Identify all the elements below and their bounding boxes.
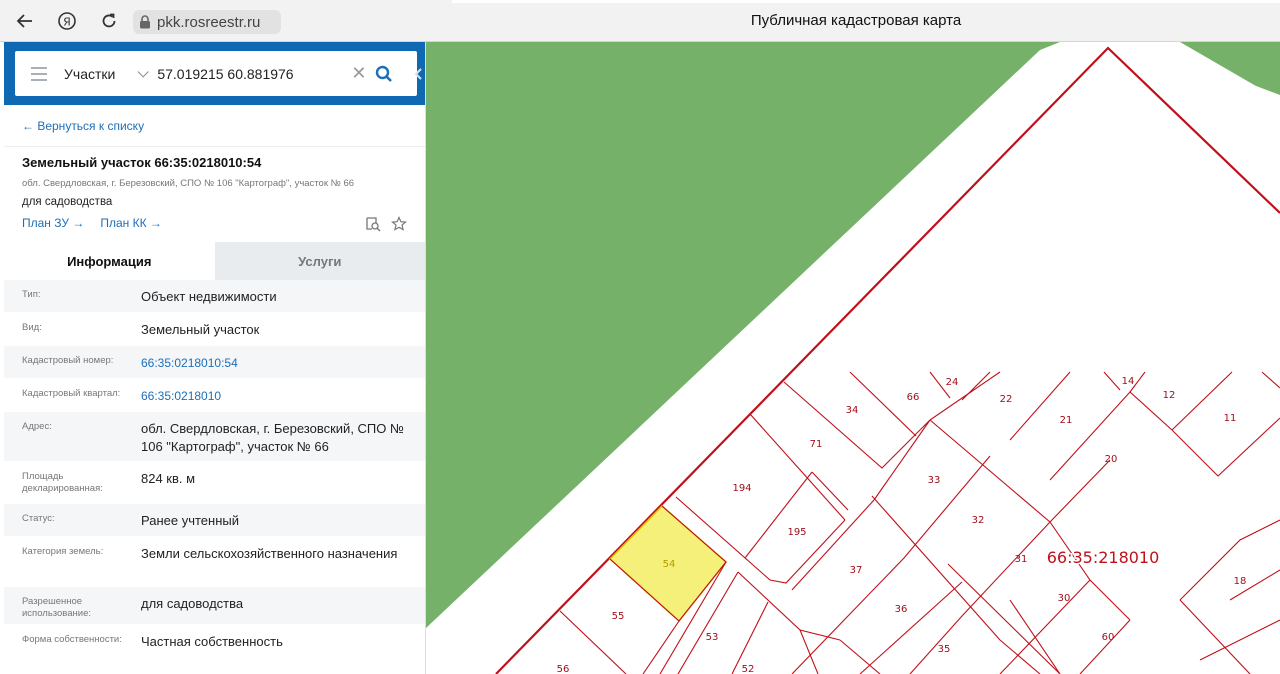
info-table: Тип: Объект недвижимости Вид: Земельный … [4,280,425,658]
collapse-panel-icon[interactable] [411,42,425,105]
browser-toolbar: Я pkk.rosreestr.ru Публичная кадастровая… [0,0,1280,42]
info-row-address: Адрес: обл. Свердловская, г. Березовский… [4,412,425,462]
clear-icon[interactable]: ✕ [351,63,366,84]
row-value: 824 кв. м [141,471,196,486]
parcel-label-66: 66 [907,392,920,403]
object-type-select[interactable]: Участки [64,66,115,82]
map-canvas[interactable]: 54 55 56 53 52 194 195 71 34 66 24 22 21… [426,42,1280,674]
row-value: Объект недвижимости [141,289,277,304]
row-value: Земельный участок [141,322,260,337]
row-label: Вид: [22,322,42,333]
favorite-star-icon[interactable] [391,216,407,232]
back-to-list-link[interactable]: ← Вернуться к списку [4,105,425,147]
parcel-label-195: 195 [787,527,806,538]
info-row-ownership: Форма собственности: Частная собственнос… [4,625,425,658]
parcel-label-36: 36 [895,604,908,615]
info-row-status: Статус: Ранее учтенный [4,504,425,537]
tab-info[interactable]: Информация [4,242,215,280]
parcel-label-12: 12 [1163,390,1176,401]
row-value: для садоводства [141,596,244,611]
plan-zu-link[interactable]: План ЗУ → [22,216,84,230]
parcel-label-34: 34 [846,405,859,416]
object-address: обл. Свердловская, г. Березовский, СПО №… [22,178,355,189]
info-row-kind: Вид: Земельный участок [4,313,425,346]
parcel-label-35: 35 [938,644,951,655]
info-row-cadastral-quarter: Кадастровый квартал: 66:35:0218010 [4,379,425,412]
row-label: Тип: [22,289,41,300]
row-label: Категория земель: [22,546,104,557]
info-row-type: Тип: Объект недвижимости [4,280,425,313]
page-title: Публичная кадастровая карта [750,12,962,29]
search-box: Участки 57.019215 60.881976 ✕ [15,51,417,96]
row-label: Форма собственности: [22,634,122,645]
parcel-label-37: 37 [850,565,863,576]
row-label: Кадастровый квартал: [22,388,121,399]
row-value: Частная собственность [141,634,283,649]
parcel-label-32: 32 [972,515,985,526]
plan-kk-link[interactable]: План КК → [100,216,162,230]
active-tab-strip [452,0,1280,3]
parcel-label-31: 31 [1015,554,1028,565]
object-title: Земельный участок 66:35:0218010:54 [22,155,262,170]
cadastral-map[interactable]: 54 55 56 53 52 194 195 71 34 66 24 22 21… [426,42,1280,674]
parcel-label-11: 11 [1224,413,1237,424]
search-input[interactable]: 57.019215 60.881976 [157,66,343,82]
cadastral-number-link[interactable]: 66:35:0218010:54 [141,346,425,378]
row-label: Разрешенное использование: [22,596,92,619]
parcel-label-22: 22 [1000,394,1013,405]
parcel-label-55: 55 [612,611,625,622]
parcel-label-20: 20 [1105,454,1118,465]
parcel-label-54: 54 [663,559,676,570]
chevron-down-icon[interactable] [137,65,150,78]
parcel-label-33: 33 [928,475,941,486]
row-value: Ранее учтенный [141,513,239,528]
parcel-label-52: 52 [742,664,755,674]
row-value: обл. Свердловская, г. Березовский, СПО №… [141,421,404,454]
menu-icon[interactable] [31,66,47,81]
parcel-label-30: 30 [1058,593,1071,604]
object-header: Земельный участок 66:35:0218010:54 обл. … [4,147,425,242]
parcel-label-194: 194 [732,483,751,494]
info-row-cadastral-number: Кадастровый номер: 66:35:0218010:54 [4,346,425,379]
parcel-label-24: 24 [946,377,959,388]
info-row-permitted-use: Разрешенное использование: для садоводст… [4,587,425,625]
parcel-label-18: 18 [1234,576,1247,587]
parcel-label-71: 71 [810,439,823,450]
info-panel: Участки 57.019215 60.881976 ✕ ← Вернутьс… [4,42,426,674]
parcel-label-21: 21 [1060,415,1073,426]
quarter-label: 66:35:218010 [1047,548,1160,567]
parcel-label-56: 56 [557,664,570,674]
info-row-land-category: Категория земель: Земли сельскохозяйстве… [4,537,425,587]
tabs: Информация Услуги [4,242,425,280]
object-use: для садоводства [22,196,113,208]
row-label: Площадь декларированная: [22,471,103,494]
parcel-label-14: 14 [1122,376,1135,387]
tab-services[interactable]: Услуги [214,242,425,280]
info-row-area: Площадь декларированная: 824 кв. м [4,462,425,504]
zoom-to-object-icon[interactable] [365,216,381,232]
search-bar: Участки 57.019215 60.881976 ✕ [4,42,425,105]
parcel-label-60: 60 [1102,632,1115,643]
row-label: Кадастровый номер: [22,355,114,366]
search-icon[interactable] [374,64,394,84]
row-label: Статус: [22,513,55,524]
row-label: Адрес: [22,421,52,432]
row-value: Земли сельскохозяйственного назначения [141,546,398,561]
parcel-label-53: 53 [706,632,719,643]
cadastral-quarter-link[interactable]: 66:35:0218010 [141,379,425,411]
